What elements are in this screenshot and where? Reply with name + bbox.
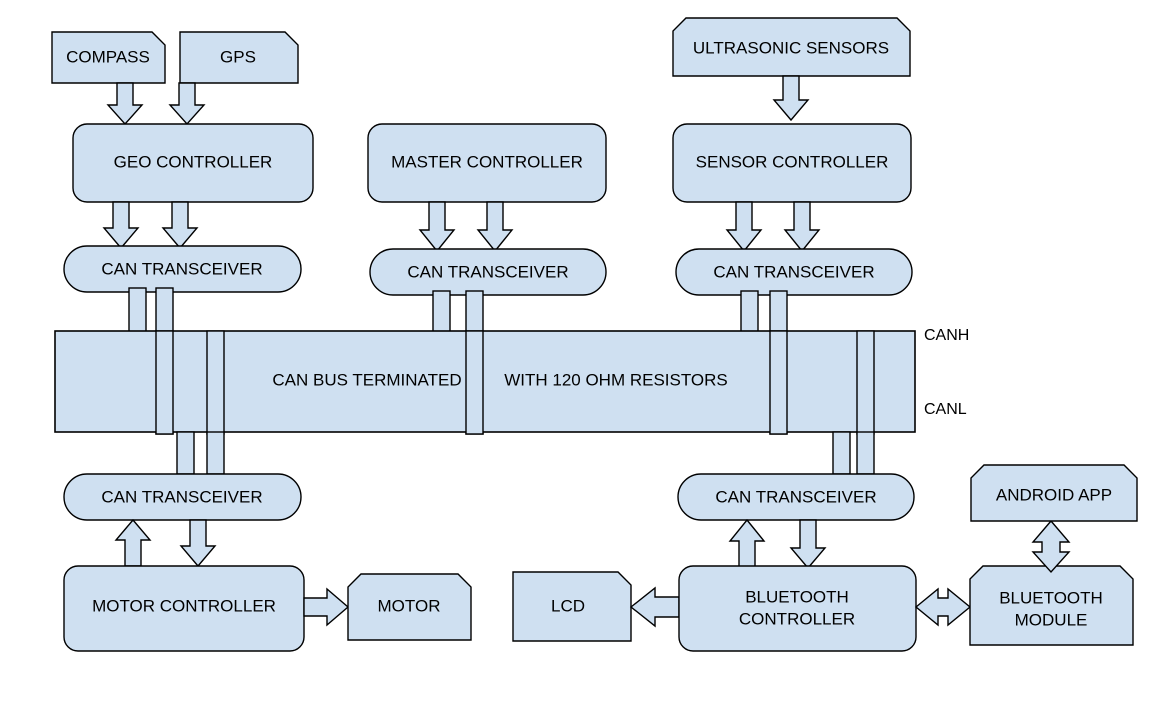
arrow-ultrasonic-to-sensor-controller (772, 75, 810, 122)
node-transceiver-bluetooth[interactable]: CAN TRANSCEIVER (677, 473, 915, 521)
arrow-transceiver-to-master-controller (476, 201, 514, 253)
ultrasonic-sensors-label: ULTRASONIC SENSORS (693, 38, 889, 57)
node-geo-controller[interactable]: GEO CONTROLLER (72, 123, 314, 203)
arrow-bluetooth-controller-to-transceiver (728, 518, 766, 569)
lcd-label: LCD (551, 596, 585, 615)
transceiver-motor-label: CAN TRANSCEIVER (101, 487, 262, 506)
node-transceiver-master[interactable]: CAN TRANSCEIVER (369, 248, 607, 296)
bluetooth-controller-label-line2: CONTROLLER (739, 609, 855, 628)
bus-connector-motor-canl (176, 431, 195, 475)
arrow-motor-controller-to-transceiver (114, 518, 152, 567)
gps-label: GPS (220, 47, 256, 66)
can-bus-label-part1: CAN BUS TERMINATED (272, 370, 461, 389)
arrow-gps-to-geo-controller (168, 82, 206, 126)
arrow-geo-controller-to-transceiver (102, 201, 140, 250)
bus-connector-motor-canh (206, 431, 225, 475)
node-transceiver-geo[interactable]: CAN TRANSCEIVER (63, 245, 302, 293)
can-bus-label-part2: WITH 120 OHM RESISTORS (504, 370, 728, 389)
node-transceiver-sensor[interactable]: CAN TRANSCEIVER (675, 248, 913, 296)
arrow-master-controller-to-transceiver (418, 201, 456, 253)
node-master-controller[interactable]: MASTER CONTROLLER (367, 123, 607, 203)
node-sensor-controller[interactable]: SENSOR CONTROLLER (672, 123, 912, 203)
arrow-sensor-controller-to-transceiver (725, 201, 763, 253)
motor-controller-label: MOTOR CONTROLLER (92, 596, 276, 615)
bus-connector-bluetooth-canl (832, 431, 851, 475)
geo-controller-label: GEO CONTROLLER (114, 152, 273, 171)
node-lcd[interactable]: LCD (512, 571, 632, 642)
transceiver-geo-label: CAN TRANSCEIVER (101, 259, 262, 278)
bus-connector-geo-canl-overlay (155, 330, 174, 435)
arrow-motor-controller-to-motor (303, 587, 350, 627)
arrow-transceiver-to-sensor-controller (783, 201, 821, 253)
transceiver-sensor-label: CAN TRANSCEIVER (713, 262, 874, 281)
bus-connector-geo-canh (128, 287, 147, 334)
can-bus-architecture-diagram: COMPASS GPS ULTRASONIC SENSORS GEO CONTR… (51, 17, 1138, 652)
arrow-compass-to-geo-controller (106, 82, 144, 126)
arrow-transceiver-to-bluetooth-controller (789, 519, 827, 570)
arrow-bluetooth-controller-to-lcd (629, 586, 680, 628)
sensor-controller-label: SENSOR CONTROLLER (696, 152, 889, 171)
arrow-android-app-bluetooth-module-bidirectional (1031, 519, 1071, 574)
arrow-bluetooth-controller-module-bidirectional (914, 587, 972, 627)
bus-connector-master-canh (432, 290, 451, 334)
bus-connector-sensor-canl-overlay (769, 330, 788, 435)
compass-label: COMPASS (66, 47, 150, 66)
node-motor[interactable]: MOTOR (347, 573, 472, 641)
node-motor-controller[interactable]: MOTOR CONTROLLER (63, 565, 305, 652)
rail-label-canh: CANH (924, 327, 969, 344)
bus-connector-motorside-canh-overlay (206, 330, 225, 435)
master-controller-label: MASTER CONTROLLER (391, 152, 583, 171)
bus-connector-master-canl-overlay (465, 330, 484, 435)
node-compass[interactable]: COMPASS (51, 31, 166, 84)
transceiver-master-label: CAN TRANSCEIVER (407, 262, 568, 281)
node-android-app[interactable]: ANDROID APP (970, 464, 1138, 522)
node-bluetooth-controller[interactable]: BLUETOOTH CONTROLLER (678, 565, 917, 652)
arrow-transceiver-to-motor-controller (179, 519, 217, 568)
node-bluetooth-module[interactable]: BLUETOOTH MODULE (969, 565, 1134, 646)
bluetooth-module-label-line1: BLUETOOTH (999, 588, 1103, 607)
bus-connector-sensor-canh (740, 290, 759, 334)
diagram-canvas: COMPASS GPS ULTRASONIC SENSORS GEO CONTR… (0, 0, 1174, 704)
bluetooth-module-label-line2: MODULE (1015, 610, 1088, 629)
node-transceiver-motor[interactable]: CAN TRANSCEIVER (63, 473, 302, 521)
node-ultrasonic-sensors[interactable]: ULTRASONIC SENSORS (672, 17, 911, 77)
bus-connector-btside-canh-overlay (856, 330, 875, 435)
node-gps[interactable]: GPS (179, 31, 299, 84)
rail-label-canl: CANL (924, 401, 967, 418)
android-app-label: ANDROID APP (996, 485, 1112, 504)
arrow-transceiver-to-geo-controller (161, 201, 199, 250)
bluetooth-controller-label-line1: BLUETOOTH (745, 587, 849, 606)
motor-label: MOTOR (378, 596, 441, 615)
bus-connector-bluetooth-canh (856, 431, 875, 475)
transceiver-bluetooth-label: CAN TRANSCEIVER (715, 487, 876, 506)
